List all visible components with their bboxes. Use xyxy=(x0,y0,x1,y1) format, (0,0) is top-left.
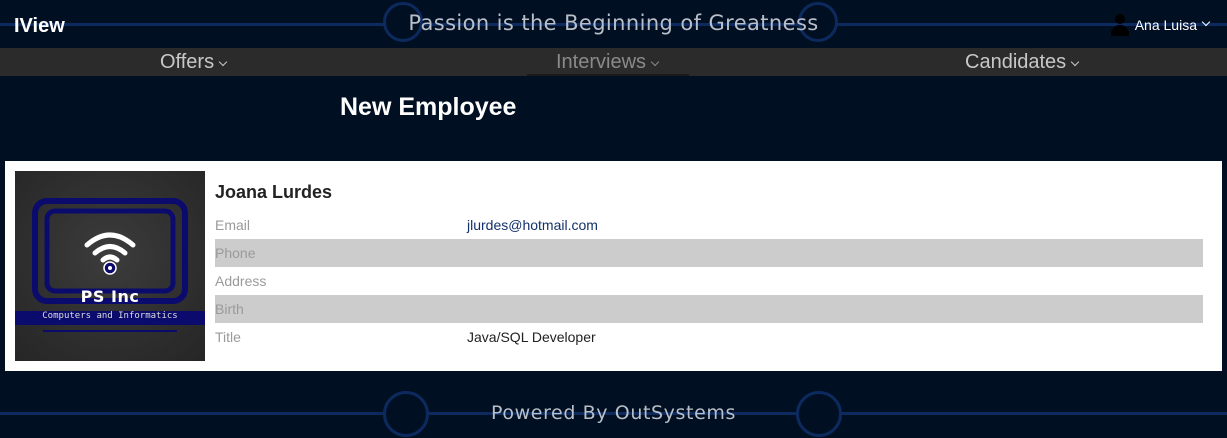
field-label: Address xyxy=(215,273,267,289)
header-tagline: Passion is the Beginning of Greatness xyxy=(408,11,819,35)
chevron-down-icon xyxy=(218,57,228,67)
field-label: Birth xyxy=(215,301,244,317)
nav-item-interviews[interactable]: Interviews xyxy=(556,51,660,74)
nav-item-label: Candidates xyxy=(965,51,1067,73)
field-row-email: Email jlurdes@hotmail.com xyxy=(215,211,1203,239)
employee-name: Joana Lurdes xyxy=(215,182,333,202)
employee-card: PS Inc Computers and Informatics Joana L… xyxy=(5,161,1222,371)
page-title: New Employee xyxy=(340,93,517,121)
logo-subtitle: Computers and Informatics xyxy=(42,311,178,321)
company-logo xyxy=(15,198,205,332)
field-label: Email xyxy=(215,217,251,233)
email-link[interactable]: jlurdes@hotmail.com xyxy=(467,217,598,233)
field-value: Java/SQL Developer xyxy=(467,329,596,345)
field-row-phone: Phone xyxy=(215,239,1203,267)
chevron-down-icon xyxy=(1070,57,1080,67)
field-row-address: Address xyxy=(215,267,1203,295)
footer-text: Powered By OutSystems xyxy=(491,402,736,424)
chevron-down-icon xyxy=(1201,17,1211,27)
header: IView Passion is the Beginning of Greatn… xyxy=(0,0,1227,48)
main-nav: Offers Interviews Candidates xyxy=(0,48,1227,76)
field-label: Title xyxy=(215,329,241,345)
nav-item-offers[interactable]: Offers xyxy=(160,51,228,74)
user-menu[interactable]: Ana Luisa xyxy=(1110,14,1211,36)
user-avatar-icon xyxy=(1110,14,1129,36)
chevron-down-icon xyxy=(650,57,660,67)
user-name: Ana Luisa xyxy=(1134,17,1197,33)
nav-item-candidates[interactable]: Candidates xyxy=(965,51,1080,74)
field-label: Phone xyxy=(215,245,256,261)
field-row-birth: Birth xyxy=(215,295,1203,323)
nav-item-label: Offers xyxy=(160,51,215,73)
active-nav-indicator xyxy=(527,74,689,76)
employee-photo: PS Inc Computers and Informatics xyxy=(15,171,205,361)
nav-item-label: Interviews xyxy=(556,51,647,73)
logo-title: PS Inc xyxy=(80,287,140,306)
field-row-title: Title Java/SQL Developer xyxy=(215,323,1203,351)
